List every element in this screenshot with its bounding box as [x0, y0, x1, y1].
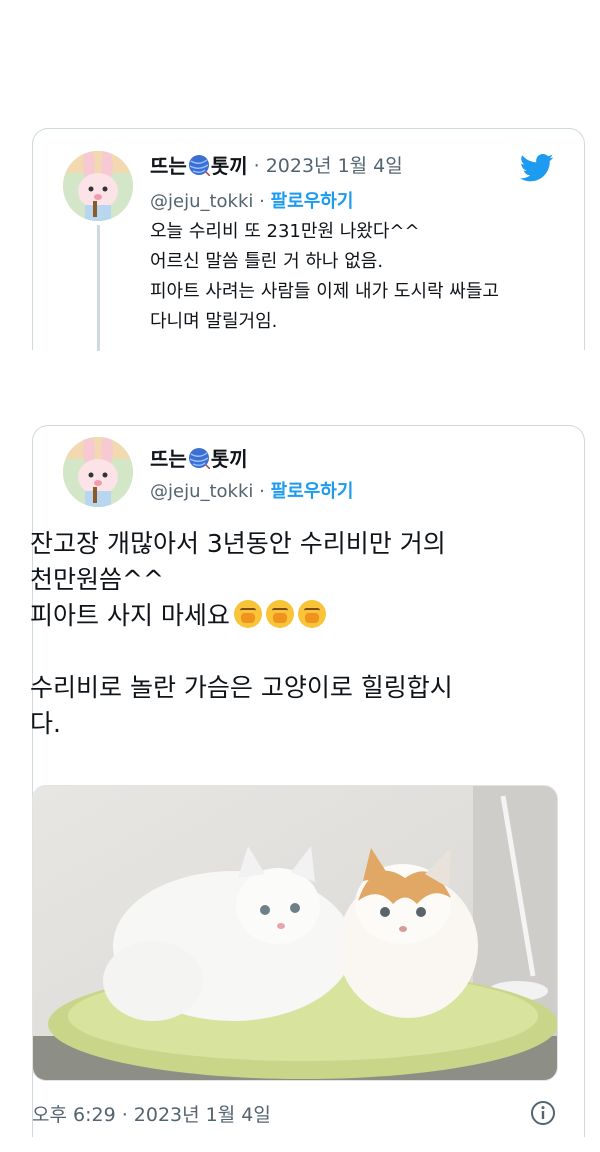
thread-connector-line: [97, 225, 100, 351]
tweet-timestamp[interactable]: 오후 6:29 · 2023년 1월 4일: [32, 1100, 271, 1127]
yarn-ball-icon: [188, 447, 210, 469]
hand-over-mouth-emoji-icon: [265, 600, 294, 628]
tweet-text-line: 피아트 사지 마세요: [30, 601, 230, 630]
handle-separator: ·: [253, 481, 271, 502]
follow-button[interactable]: 팔로우하기: [271, 191, 354, 212]
profile-avatar[interactable]: [63, 437, 133, 507]
handle-separator: ·: [253, 191, 271, 212]
tweet-text-line: 다니며 말릴거임.: [150, 311, 278, 332]
tweet-text-line: 천만원씀^^: [30, 565, 164, 594]
profile-avatar[interactable]: [63, 151, 133, 221]
cats-photo-image: [33, 786, 557, 1080]
display-name-suffix: 톳끼: [210, 154, 248, 178]
user-handle[interactable]: @jeju_tokki: [150, 191, 253, 212]
tweet-text-line-with-emoji: 피아트 사지 마세요: [30, 598, 570, 634]
yarn-ball-icon: [188, 154, 210, 176]
handle-row: @jeju_tokki · 팔로우하기: [150, 187, 353, 213]
tweet-text-line: 어르신 말씀 틀린 거 하나 없음.: [150, 251, 384, 272]
tweet-text-line: 수리비로 놀란 가슴은 고양이로 힐링합시: [30, 673, 453, 702]
handle-row: @jeju_tokki · 팔로우하기: [150, 477, 353, 503]
bunny-avatar-icon: [63, 151, 133, 221]
tweet-card-2[interactable]: 뜨는 톳끼 @jeju_tokki · 팔로우하기 잔고장 개많아서 3년동안 …: [30, 425, 585, 1137]
tweet-text-line: 오늘 수리비 또 231만원 나왔다^^: [150, 221, 420, 242]
hand-over-mouth-emoji-icon: [233, 600, 262, 628]
tweet-text-line: 다.: [30, 709, 61, 738]
tweet-text-line: 피아트 사려는 사람들 이제 내가 도시락 싸들고: [150, 281, 499, 302]
display-name-suffix: 톳끼: [210, 447, 248, 471]
info-icon[interactable]: [530, 1100, 556, 1126]
tweet-text-line: 잔고장 개많아서 3년동안 수리비만 거의: [30, 529, 446, 558]
user-handle[interactable]: @jeju_tokki: [150, 481, 253, 502]
hand-over-mouth-emoji-icon: [297, 600, 326, 628]
tweet-text: 오늘 수리비 또 231만원 나왔다^^ 어르신 말씀 틀린 거 하나 없음. …: [150, 217, 580, 337]
display-name-prefix: 뜨는: [150, 447, 187, 471]
tweet-date[interactable]: · 2023년 1월 4일: [254, 151, 403, 178]
display-name[interactable]: 뜨는 톳끼: [150, 443, 248, 472]
bunny-avatar-icon: [63, 437, 133, 507]
follow-button[interactable]: 팔로우하기: [271, 481, 354, 502]
tweet-card-1[interactable]: 뜨는 톳끼 · 2023년 1월 4일 @jeju_tokki · 팔로우하기 …: [32, 128, 585, 351]
tweet-photo-cats[interactable]: [32, 785, 558, 1081]
display-name-prefix: 뜨는: [150, 154, 187, 178]
display-name[interactable]: 뜨는 톳끼 · 2023년 1월 4일: [150, 150, 403, 179]
tweet-text: 잔고장 개많아서 3년동안 수리비만 거의 천만원씀^^ 피아트 사지 마세요 …: [30, 526, 570, 742]
twitter-bird-icon[interactable]: [520, 153, 554, 183]
